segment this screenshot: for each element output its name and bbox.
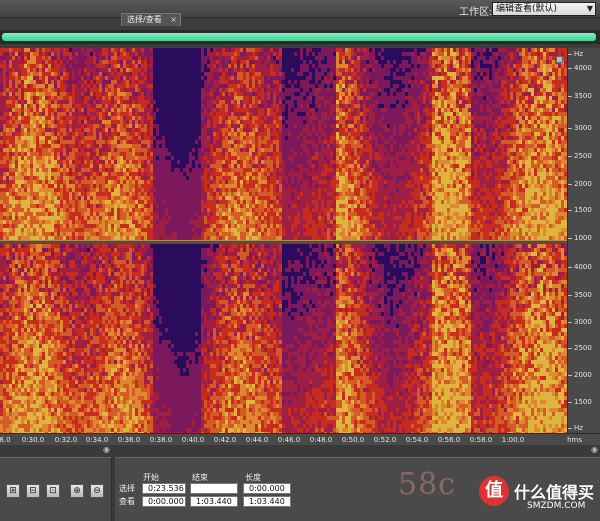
hz-tick: 2000 bbox=[568, 371, 592, 379]
workspace-select-value: 编辑查看(默认) bbox=[496, 4, 558, 14]
time-ruler[interactable]: 8.0 0:30.0 0:32.0 0:34.0 0:36.0 0:38.0 0… bbox=[0, 433, 600, 445]
overview-strip[interactable] bbox=[0, 30, 600, 44]
audio-editor-window: 工作区: 编辑查看(默认) ▼ Hz 4000 3500 3000 2500 2… bbox=[0, 0, 600, 521]
watermark-brand: 什么值得买 bbox=[514, 483, 595, 502]
zoom-in-amplitude-icon[interactable]: ⊞ bbox=[6, 484, 20, 498]
view-length-field[interactable]: 1:03.440 bbox=[243, 496, 291, 507]
time-tick: 0:42.0 bbox=[213, 436, 237, 444]
time-tick: 0:56.0 bbox=[437, 436, 461, 444]
spectral-channel-left[interactable] bbox=[0, 48, 567, 240]
time-tick: 0:58.0 bbox=[469, 436, 493, 444]
time-tick: 0:40.0 bbox=[181, 436, 205, 444]
watermark-text: 58c bbox=[398, 467, 456, 502]
display-options-icon[interactable] bbox=[556, 56, 563, 63]
zoom-in-left-icon[interactable]: ⊕ bbox=[70, 484, 84, 498]
column-length: 长度 bbox=[245, 473, 261, 482]
hz-tick: 3000 bbox=[568, 318, 592, 326]
hz-tick: 1500 bbox=[568, 206, 592, 214]
hz-unit-label: Hz bbox=[568, 424, 583, 432]
hz-unit-label: Hz bbox=[568, 50, 583, 58]
hz-tick: 1500 bbox=[568, 398, 592, 406]
tab-selection-view-label: 选择/查看 bbox=[127, 15, 162, 24]
hz-tick: 3500 bbox=[568, 92, 592, 100]
spectral-channel-right[interactable] bbox=[0, 244, 567, 433]
hz-tick: 4000 bbox=[568, 64, 592, 72]
panel-menu-icon[interactable]: ◉ bbox=[103, 445, 110, 454]
row-view-label: 查看 bbox=[119, 497, 135, 506]
zoom-full-icon[interactable]: ⊡ bbox=[46, 484, 60, 498]
zoom-out-amplitude-icon[interactable]: ⊟ bbox=[26, 484, 40, 498]
tab-selection-view[interactable]: 选择/查看 × bbox=[121, 13, 181, 26]
watermark-logo: 值 bbox=[479, 476, 509, 506]
row-selection-label: 选择 bbox=[119, 484, 135, 493]
time-tick: 0:46.0 bbox=[277, 436, 301, 444]
time-tick: 0:50.0 bbox=[341, 436, 365, 444]
hz-tick: 4000 bbox=[568, 263, 592, 271]
hz-tick: 2500 bbox=[568, 152, 592, 160]
hz-tick: 1000 bbox=[568, 234, 592, 242]
panel-menu-icon[interactable]: ◉ bbox=[591, 445, 598, 454]
time-tick: 0:38.0 bbox=[149, 436, 173, 444]
workspace-label: 工作区: bbox=[459, 7, 493, 18]
spectral-display[interactable] bbox=[0, 48, 567, 433]
selection-end-field[interactable] bbox=[190, 483, 238, 494]
overview-range-bar[interactable] bbox=[2, 33, 596, 41]
bottom-panels: ◉ ◉ ⊞ ⊟ ⊡ ⊕ ⊖ bbox=[0, 445, 600, 521]
hz-tick: 3500 bbox=[568, 291, 592, 299]
time-tick: 0:36.0 bbox=[117, 436, 141, 444]
time-tick: 0:48.0 bbox=[309, 436, 333, 444]
zoom-out-right-icon[interactable]: ⊖ bbox=[90, 484, 104, 498]
hz-tick: 2500 bbox=[568, 344, 592, 352]
time-tick: 0:54.0 bbox=[405, 436, 429, 444]
time-tick: 0:30.0 bbox=[21, 436, 45, 444]
view-start-field[interactable]: 0:00.000 bbox=[142, 496, 186, 507]
time-tick: 0:52.0 bbox=[373, 436, 397, 444]
time-tick: 1:00.0 bbox=[501, 436, 525, 444]
chevron-down-icon: ▼ bbox=[586, 4, 593, 13]
selection-start-field[interactable]: 0:23.536 bbox=[142, 483, 186, 494]
workspace-select[interactable]: 编辑查看(默认) ▼ bbox=[492, 2, 596, 16]
frequency-scale: Hz 4000 3500 3000 2500 2000 1500 1000 40… bbox=[567, 48, 600, 433]
watermark-site: SMZDM.COM bbox=[527, 501, 586, 511]
spectrogram-right bbox=[0, 244, 567, 433]
zoom-panel: ⊞ ⊟ ⊡ ⊕ ⊖ bbox=[0, 457, 112, 521]
hz-tick: 3000 bbox=[568, 124, 592, 132]
time-unit-label: hms bbox=[567, 436, 582, 444]
column-end: 结束 bbox=[192, 473, 208, 482]
time-tick: 8.0 bbox=[0, 436, 11, 444]
hz-tick: 2000 bbox=[568, 180, 592, 188]
selection-length-field[interactable]: 0:00.000 bbox=[243, 483, 291, 494]
column-start: 开始 bbox=[143, 473, 159, 482]
spectrogram-left bbox=[0, 48, 567, 240]
time-tick: 0:32.0 bbox=[54, 436, 78, 444]
close-icon[interactable]: × bbox=[170, 14, 177, 25]
top-toolbar: 工作区: 编辑查看(默认) ▼ bbox=[0, 0, 600, 18]
view-end-field[interactable]: 1:03.440 bbox=[190, 496, 238, 507]
time-tick: 0:44.0 bbox=[245, 436, 269, 444]
time-tick: 0:34.0 bbox=[85, 436, 109, 444]
